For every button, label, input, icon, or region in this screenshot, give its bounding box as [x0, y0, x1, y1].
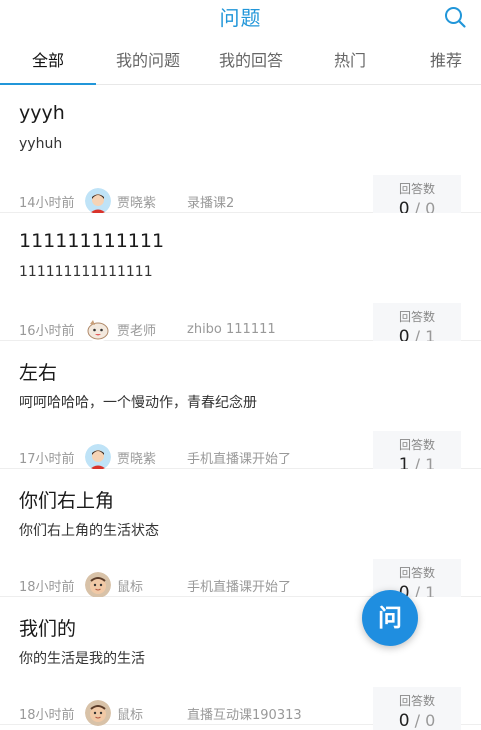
question-course: 手机直播课开始了 — [187, 579, 292, 595]
question-time: 18小时前 — [19, 579, 75, 595]
tab-recommended[interactable]: 推荐 — [398, 38, 481, 84]
total-count: / 0 — [414, 711, 436, 730]
answered-count: 0 — [398, 711, 410, 730]
baby-avatar — [85, 700, 111, 726]
question-author: 鼠标 — [117, 707, 144, 723]
question-author: 贾晓紫 — [117, 195, 157, 211]
question-time: 14小时前 — [19, 195, 75, 211]
page-title: 问题 — [219, 6, 262, 30]
tab-bar: 全部 我的问题 我的回答 热门 推荐 — [0, 38, 481, 85]
question-body: 111111111111111 — [19, 264, 153, 280]
header: 问题 — [0, 0, 481, 34]
question-body: 你的生活是我的生活 — [19, 651, 145, 667]
search-icon[interactable] — [443, 5, 467, 29]
baby-avatar — [85, 572, 111, 598]
question-course: 直播互动课190313 — [187, 707, 302, 723]
question-body: yyhuh — [19, 136, 63, 152]
question-body: 你们右上角的生活状态 — [19, 523, 159, 539]
answer-count-label: 回答数 — [398, 438, 435, 452]
question-title: 111111111111 — [19, 230, 165, 252]
question-time: 18小时前 — [19, 707, 75, 723]
tab-my-questions[interactable]: 我的问题 — [100, 38, 196, 84]
question-course: zhibo 111111 — [187, 321, 276, 337]
question-title: 你们右上角 — [19, 490, 115, 512]
question-author: 贾晓紫 — [117, 451, 157, 467]
question-card[interactable]: 你们右上角 你们右上角的生活状态 18小时前 鼠标 手机直播课开始了 回答数 /… — [0, 469, 481, 611]
question-course: 录播课2 — [187, 195, 235, 211]
answer-count-label: 回答数 — [398, 694, 435, 708]
cartoon-avatar — [85, 316, 111, 342]
answer-count-label: 回答数 — [398, 310, 435, 324]
ask-question-button[interactable]: 问 — [362, 590, 418, 646]
question-author: 贾老师 — [117, 323, 157, 339]
question-card[interactable]: 左右 呵呵哈哈哈，一个慢动作，青春纪念册 17小时前 贾晓紫 手机直播课开始了 … — [0, 341, 481, 483]
question-body: 呵呵哈哈哈，一个慢动作，青春纪念册 — [19, 395, 257, 411]
question-time: 17小时前 — [19, 451, 75, 467]
app-screen: 问题 全部 我的问题 我的回答 热门 推荐 yyyh yyhuh 14小时前 贾… — [0, 0, 481, 730]
question-time: 16小时前 — [19, 323, 75, 339]
question-course: 手机直播课开始了 — [187, 451, 292, 467]
tab-my-answers[interactable]: 我的回答 — [203, 38, 299, 84]
question-meta: 18小时前 鼠标 直播互动课190313 — [19, 697, 302, 729]
boy-avatar — [85, 444, 111, 470]
boy-avatar — [85, 188, 111, 214]
answer-count-label: 回答数 — [398, 182, 435, 196]
question-title: yyyh — [19, 102, 65, 124]
question-author: 鼠标 — [117, 579, 144, 595]
tab-hot[interactable]: 热门 — [302, 38, 398, 84]
answer-count-box[interactable]: 回答数 0 / 0 — [373, 687, 461, 730]
question-card[interactable]: 111111111111 111111111111111 16小时前 贾老师 z… — [0, 213, 481, 355]
tab-all[interactable]: 全部 — [0, 38, 96, 85]
question-title: 我们的 — [19, 618, 77, 640]
question-title: 左右 — [19, 362, 58, 384]
answer-count-label: 回答数 — [398, 566, 435, 580]
answer-count: 0 / 0 — [373, 711, 461, 730]
question-card[interactable]: yyyh yyhuh 14小时前 贾晓紫 录播课2 回答数 0 / 0 — [0, 85, 481, 227]
